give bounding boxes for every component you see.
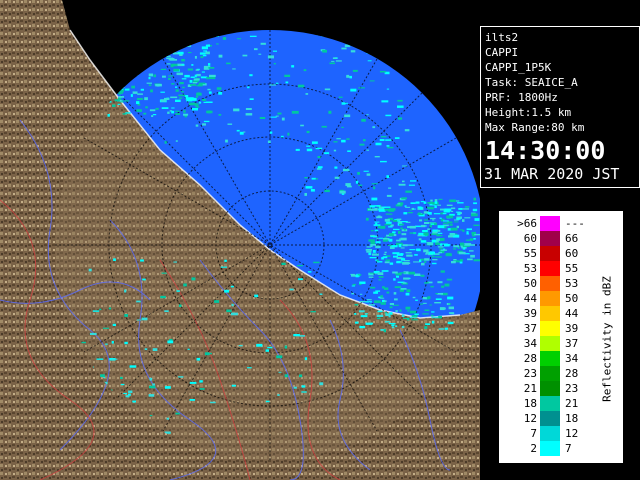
legend-color-swatch [540, 321, 560, 336]
observation-time: 14:30:00 [485, 136, 606, 165]
product-type: CAPPI [485, 46, 519, 59]
radar-info-panel: ilts2 CAPPI CAPPI_1P5K Task: SEAICE_A PR… [480, 26, 640, 188]
prf-label: PRF: 1800Hz [485, 91, 558, 104]
legend-lower-bound: 2 [530, 442, 537, 455]
legend-color-swatch [540, 291, 560, 306]
legend-color-swatch [540, 306, 560, 321]
max-range-label: Max Range:80 km [485, 121, 585, 134]
legend-upper-bound: 7 [565, 442, 572, 455]
legend-color-swatch [540, 426, 560, 441]
observation-date: 31 MAR 2020 JST [484, 165, 620, 183]
radar-map [0, 0, 480, 480]
product-name: CAPPI_1P5K [485, 61, 552, 74]
legend-color-swatch [540, 216, 560, 231]
task-label: Task: SEAICE_A [485, 76, 578, 89]
legend-row: 27 [499, 440, 599, 457]
legend-color-swatch [540, 246, 560, 261]
legend-color-swatch [540, 231, 560, 246]
legend-color-swatch [540, 411, 560, 426]
legend-color-swatch [540, 381, 560, 396]
legend-color-swatch [540, 396, 560, 411]
site-name: ilts2 [485, 31, 519, 44]
legend-color-swatch [540, 351, 560, 366]
legend-color-swatch [540, 276, 560, 291]
legend-title: Reflectivity in dBZ [600, 276, 614, 402]
legend-color-swatch [540, 261, 560, 276]
legend-color-swatch [540, 336, 560, 351]
legend-color-swatch [540, 441, 560, 456]
legend-color-swatch [540, 366, 560, 381]
height-label: Height:1.5 km [485, 106, 572, 119]
reflectivity-legend: >66 --- 60 66 55 60 53 55 50 53 44 50 39 44 37 39 34 37 28… [498, 210, 624, 464]
